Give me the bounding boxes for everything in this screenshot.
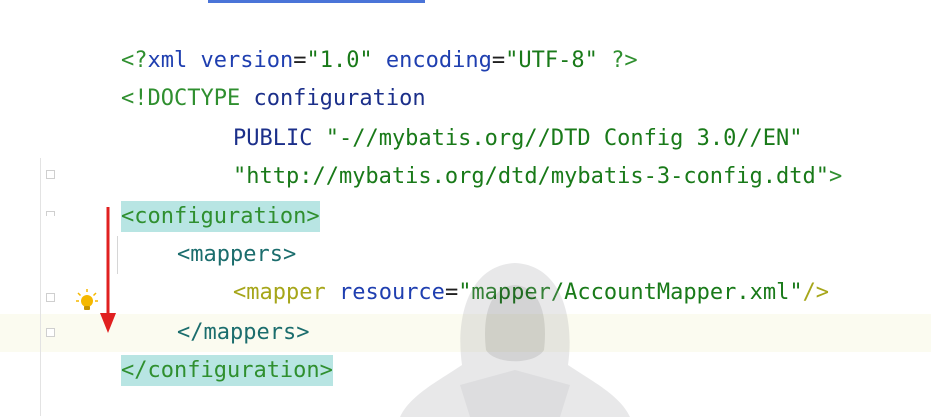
gutter-divider xyxy=(40,158,41,416)
code-line-5[interactable]: <configuration> xyxy=(68,160,320,232)
code-line-3[interactable]: PUBLIC "-//mybatis.org//DTD Config 3.0//… xyxy=(180,82,803,151)
fold-marker-configuration[interactable] xyxy=(46,170,55,179)
tag-open-bracket: </ xyxy=(120,358,148,383)
xml-decl-eq: = xyxy=(491,48,506,73)
xml-decl-value-encoding: "UTF-8" xyxy=(505,48,598,73)
fold-marker-mappers[interactable] xyxy=(46,211,55,216)
tag-close-bracket: > xyxy=(319,358,333,383)
xml-decl-close: ?> xyxy=(597,48,638,73)
tag-self-close: /> xyxy=(802,280,830,305)
lightbulb-icon[interactable] xyxy=(76,289,98,313)
code-line-6[interactable]: <mappers> xyxy=(124,198,296,267)
fold-marker-configuration-end[interactable] xyxy=(46,328,55,337)
code-line-8[interactable]: </mappers> xyxy=(124,276,309,345)
fold-marker-mappers-end[interactable] xyxy=(46,293,55,302)
active-tab-indicator xyxy=(208,0,425,3)
red-arrow-annotation xyxy=(100,207,116,333)
code-editor[interactable]: <?xml version="1.0" encoding="UTF-8" ?> … xyxy=(0,0,931,417)
tag-close-bracket: > xyxy=(306,204,320,229)
code-line-1[interactable]: <?xml version="1.0" encoding="UTF-8" ?> xyxy=(68,4,638,73)
code-line-4[interactable]: "http://mybatis.org/dtd/mybatis-3-config… xyxy=(180,120,842,189)
doctype-close: > xyxy=(829,164,843,189)
code-line-2[interactable]: <!DOCTYPE configuration xyxy=(68,42,426,111)
hooded-figure-watermark xyxy=(400,263,630,417)
tag-configuration-end: configuration xyxy=(147,358,320,383)
system-id-string: "http://mybatis.org/dtd/mybatis-3-config… xyxy=(232,164,830,189)
